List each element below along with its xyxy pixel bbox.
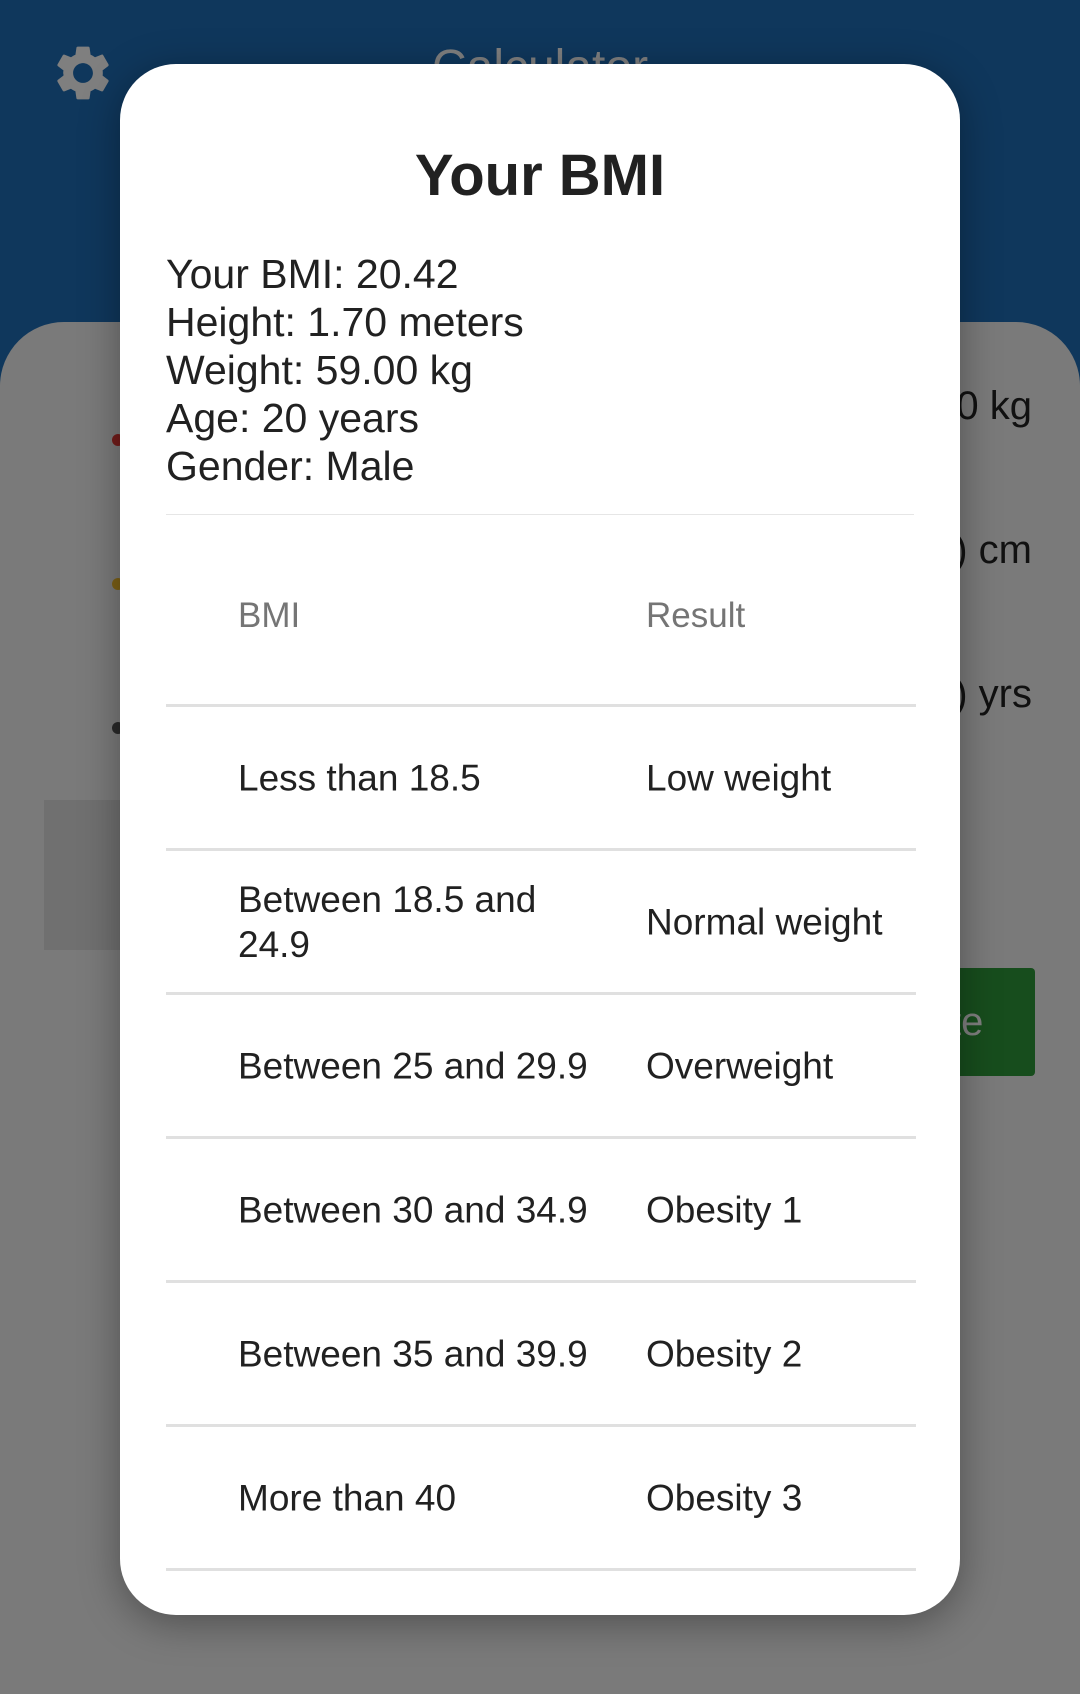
result-cell: Obesity 3 (646, 1477, 803, 1518)
result-cell: Normal weight (646, 901, 883, 942)
bmi-result-dialog: Your BMI Your BMI: 20.42 Height: 1.70 me… (120, 64, 960, 1615)
column-header-bmi: BMI (238, 596, 301, 635)
result-cell: Obesity 2 (646, 1333, 803, 1374)
bmi-range-cell: Less than 18.5 (238, 757, 481, 798)
table-row: Between 35 and 39.9 Obesity 2 (166, 1283, 916, 1427)
app-screen: Calculator 0 kg ) cm ) yrs te Your BMI Y… (0, 0, 1080, 1694)
summary-height: Height: 1.70 meters (166, 299, 524, 345)
table-row: Less than 18.5 Low weight (166, 707, 916, 851)
table-row: Between 30 and 34.9 Obesity 1 (166, 1139, 916, 1283)
dialog-title: Your BMI (414, 143, 666, 208)
table-header-row: BMI Result (166, 515, 916, 707)
bmi-classification-table: BMI Result Less than 18.5 Low weight Bet… (166, 515, 916, 1571)
summary-gender: Gender: Male (166, 443, 415, 489)
column-header-result: Result (646, 596, 746, 635)
bmi-range-cell: Between 25 and 29.9 (238, 1045, 588, 1086)
bmi-range-cell: Between 18.5 and 24.9 (238, 878, 537, 965)
summary-bmi: Your BMI: 20.42 (166, 251, 459, 297)
result-cell: Overweight (646, 1045, 834, 1086)
bmi-range-cell: More than 40 (238, 1477, 457, 1518)
bmi-summary: Your BMI: 20.42 Height: 1.70 meters Weig… (166, 250, 914, 490)
result-cell: Obesity 1 (646, 1189, 803, 1230)
bmi-range-cell: Between 30 and 34.9 (238, 1189, 588, 1230)
summary-age: Age: 20 years (166, 395, 419, 441)
bmi-range-cell: Between 35 and 39.9 (238, 1333, 588, 1374)
table-row: Between 25 and 29.9 Overweight (166, 995, 916, 1139)
table-row: Between 18.5 and 24.9 Normal weight (166, 851, 916, 995)
summary-weight: Weight: 59.00 kg (166, 347, 473, 393)
table-row: More than 40 Obesity 3 (166, 1427, 916, 1571)
result-cell: Low weight (646, 757, 832, 798)
